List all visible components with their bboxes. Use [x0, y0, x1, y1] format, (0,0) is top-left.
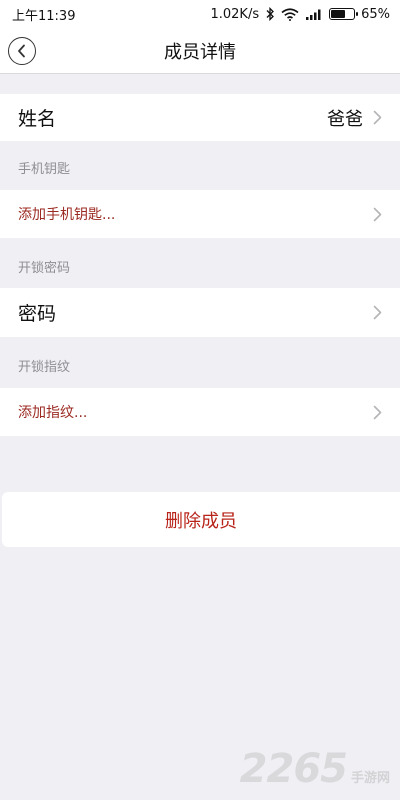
phone-key-section-title: 手机钥匙 — [18, 162, 71, 177]
battery-percent: 65% — [361, 6, 390, 22]
network-speed: 1.02K/s — [210, 6, 260, 22]
watermark-digits: 2265 — [239, 746, 348, 792]
battery-icon — [329, 8, 359, 20]
status-indicators: 1.02K/s 65% — [210, 7, 390, 22]
battery-level-fill — [331, 10, 346, 18]
add-fingerprint-label: 添加指纹... — [18, 405, 88, 421]
back-button[interactable] — [8, 37, 36, 65]
password-label: 密码 — [18, 303, 57, 325]
chevron-right-icon — [373, 110, 382, 125]
name-row[interactable]: 姓名 爸爸 — [0, 94, 400, 141]
wifi-icon — [281, 7, 299, 21]
name-label: 姓名 — [18, 108, 57, 130]
chevron-right-icon — [373, 305, 382, 320]
password-section-title: 开锁密码 — [18, 261, 71, 276]
signal-icon — [305, 8, 323, 20]
delete-member-button[interactable]: 删除成员 — [2, 492, 400, 547]
fingerprint-section-title: 开锁指纹 — [18, 360, 71, 375]
add-phone-key-row[interactable]: 添加手机钥匙... — [0, 190, 400, 238]
nav-header: 成员详情 — [0, 28, 400, 74]
status-time: 上午11:39 — [12, 8, 76, 24]
status-bar: 上午11:39 1.02K/s 65% — [0, 0, 400, 28]
add-phone-key-label: 添加手机钥匙... — [18, 207, 116, 223]
page-title: 成员详情 — [164, 41, 236, 63]
watermark-suffix: 手游网 — [350, 770, 390, 786]
chevron-right-icon — [373, 207, 382, 222]
password-row[interactable]: 密码 — [0, 288, 400, 337]
add-fingerprint-row[interactable]: 添加指纹... — [0, 388, 400, 436]
chevron-left-icon — [17, 44, 27, 58]
bluetooth-icon — [265, 7, 275, 21]
chevron-right-icon — [373, 405, 382, 420]
name-row-right: 爸爸 — [327, 105, 382, 131]
name-value: 爸爸 — [327, 108, 363, 130]
watermark-logo: 2265 手游网 — [240, 746, 390, 792]
